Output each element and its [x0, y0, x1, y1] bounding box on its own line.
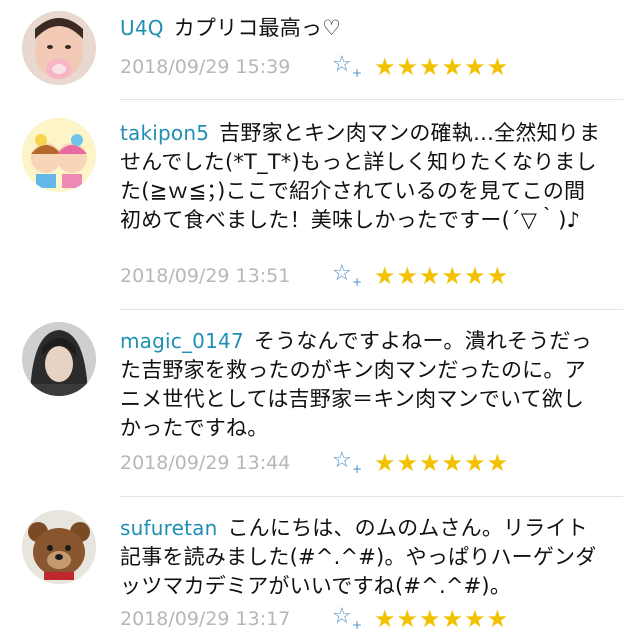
star-add-icon[interactable]: ☆ +: [332, 448, 362, 476]
comment-body: U4Q カプリコ最高っ♡: [120, 14, 601, 43]
star-add-icon[interactable]: ☆ +: [332, 52, 362, 80]
comment-username[interactable]: takipon5: [120, 121, 209, 145]
comment-username[interactable]: U4Q: [120, 16, 164, 40]
comment-timestamp: 2018/09/29 13:51: [120, 265, 291, 287]
user-avatar[interactable]: [22, 510, 96, 584]
divider: [120, 496, 623, 497]
star-rating: ★★★★★★: [374, 262, 510, 290]
comment-body: takipon5 吉野家とキン肉マンの確執…全然知りませんでした(*T_T*)もっ…: [120, 119, 601, 235]
divider: [120, 309, 623, 310]
divider: [120, 99, 623, 100]
comment-body: magic_0147 そうなんですよねー。潰れそうだった吉野家を救ったのがキン肉マ…: [120, 327, 601, 443]
comment-timestamp: 2018/09/29 13:17: [120, 608, 291, 630]
comment-username[interactable]: magic_0147: [120, 329, 244, 353]
comment-body: sufuretan こんにちは、のムのムさん。リライト記事を読みました(#^.^#…: [120, 514, 601, 601]
star-add-icon[interactable]: ☆ +: [332, 604, 362, 632]
comment-username[interactable]: sufuretan: [120, 516, 217, 540]
comment-timestamp: 2018/09/29 15:39: [120, 56, 291, 78]
star-rating: ★★★★★★: [374, 605, 510, 633]
star-rating: ★★★★★★: [374, 53, 510, 81]
comment-timestamp: 2018/09/29 13:44: [120, 452, 291, 474]
star-rating: ★★★★★★: [374, 449, 510, 477]
user-avatar[interactable]: [22, 322, 96, 396]
user-avatar[interactable]: [22, 118, 96, 192]
comment-text: カプリコ最高っ♡: [173, 16, 342, 40]
user-avatar[interactable]: [22, 11, 96, 85]
star-add-icon[interactable]: ☆ +: [332, 261, 362, 289]
